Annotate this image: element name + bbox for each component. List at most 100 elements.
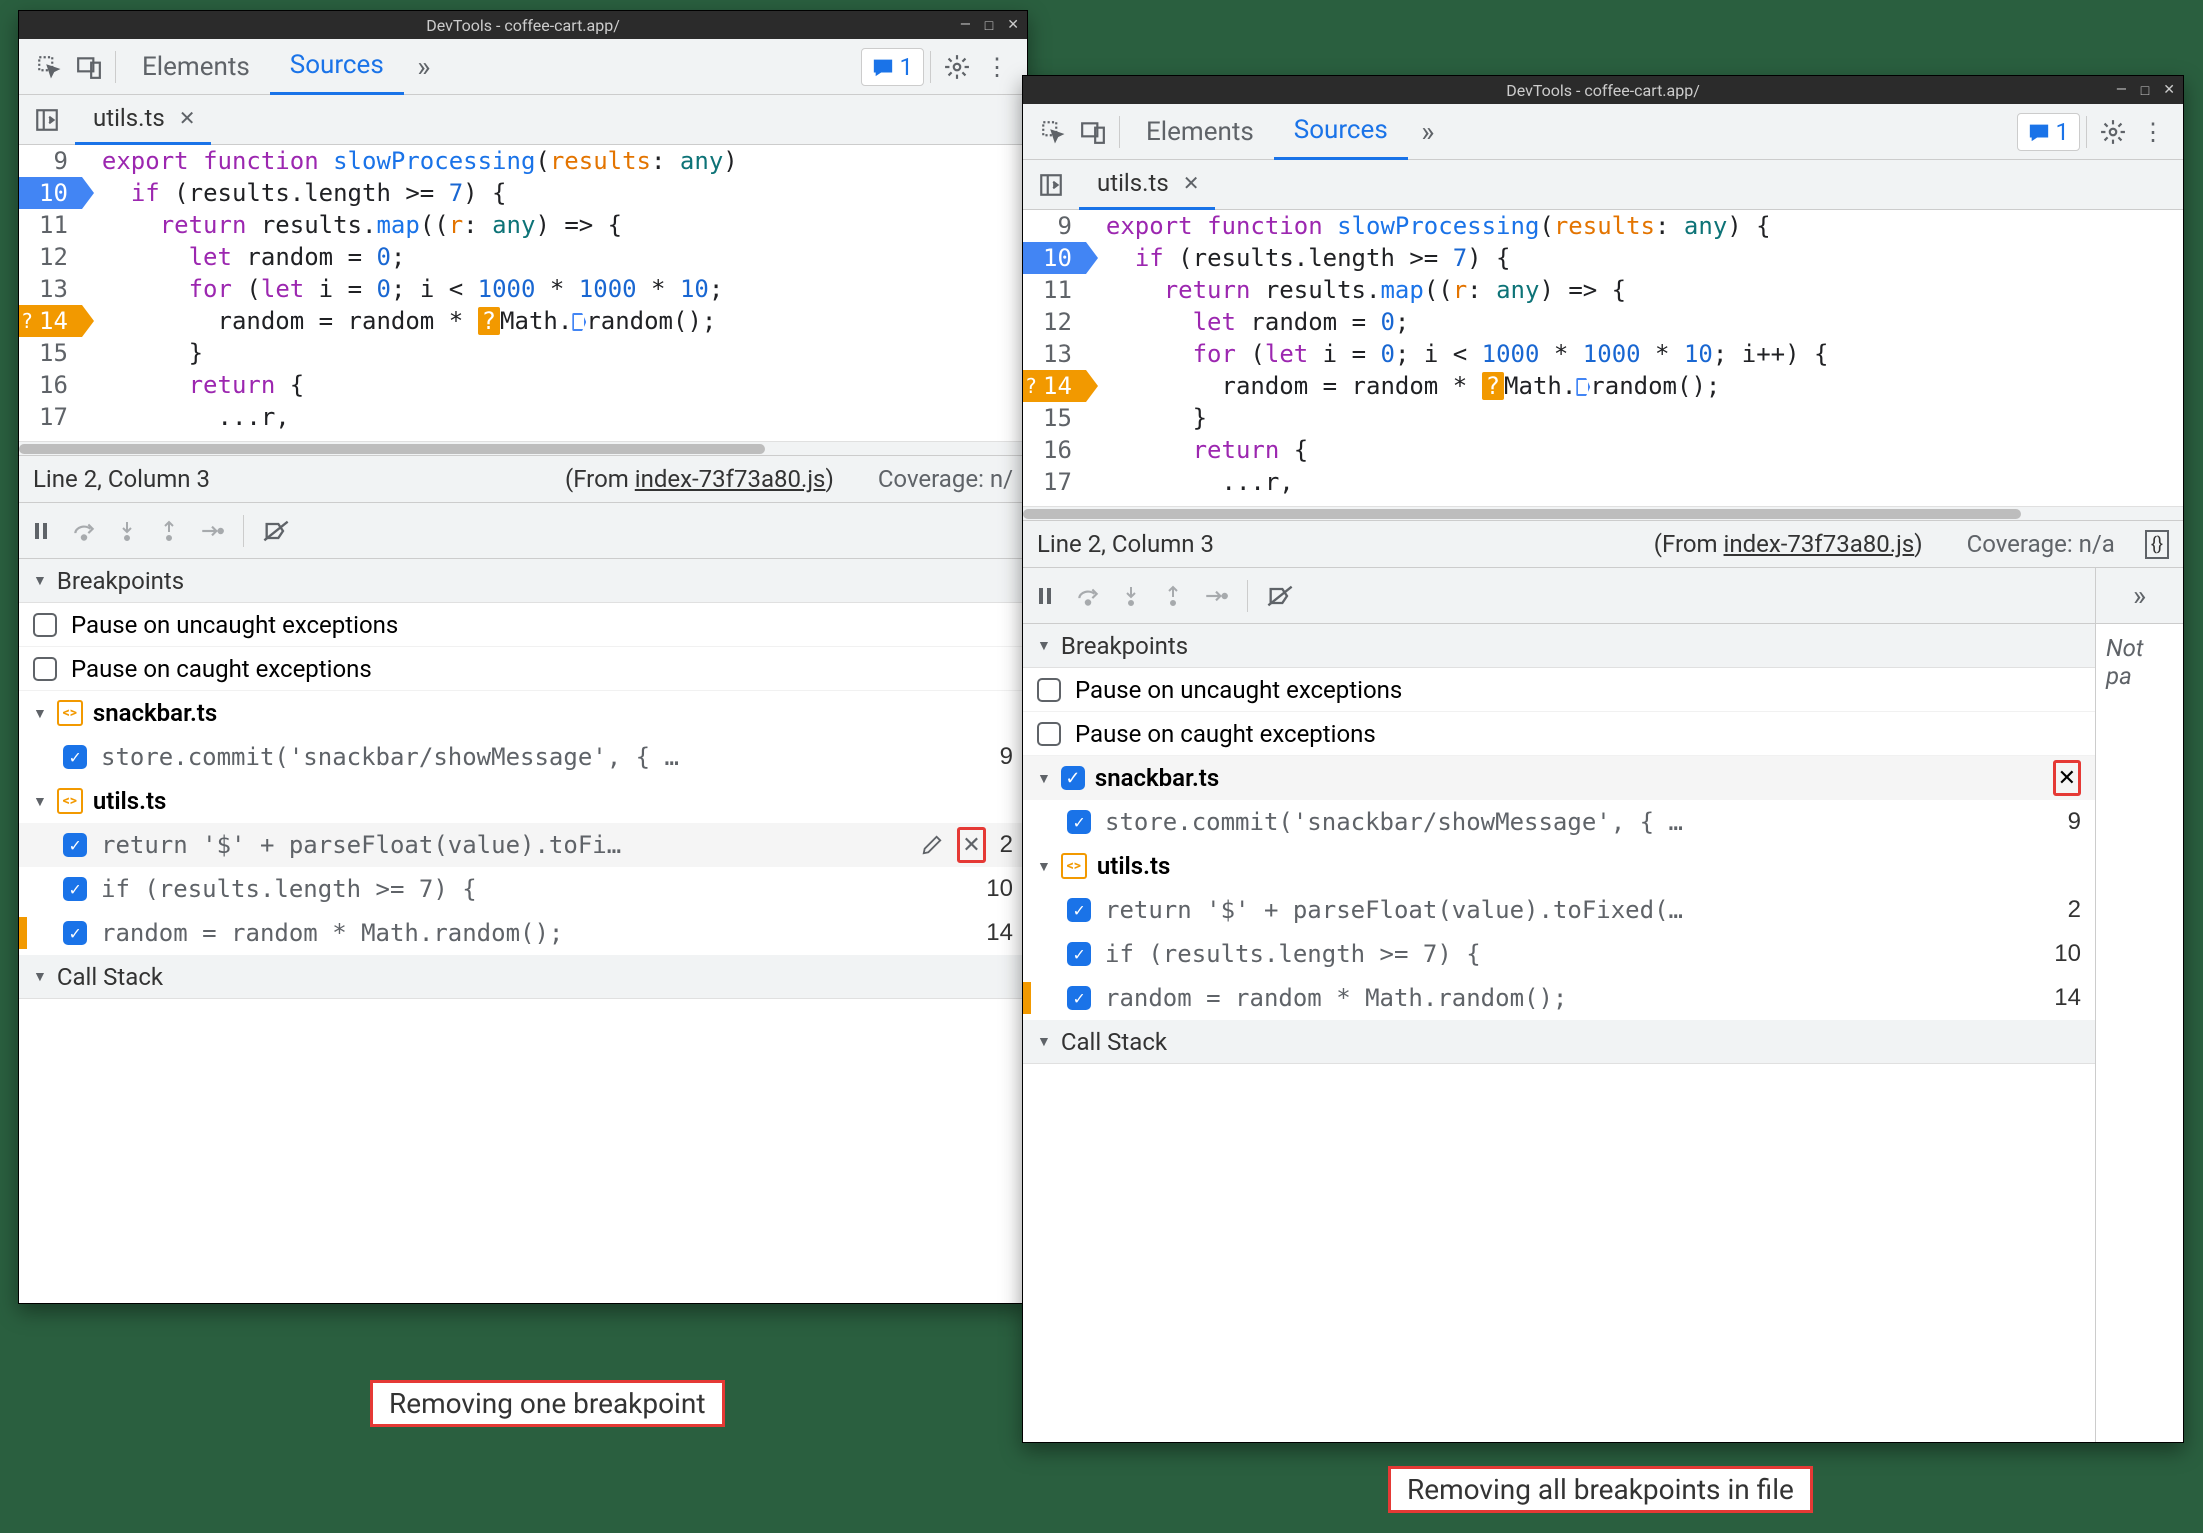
tab-elements[interactable]: Elements: [122, 39, 270, 95]
pause-icon[interactable]: [1033, 584, 1057, 608]
gutter[interactable]: 9 10 11 12 13 ?14 15 16 17: [1023, 210, 1086, 506]
inline-breakpoint-icon[interactable]: [572, 313, 586, 331]
close-icon[interactable]: ✕: [1007, 17, 1019, 34]
file-tab-utils[interactable]: utils.ts ✕: [75, 95, 211, 145]
checkbox-unchecked-icon[interactable]: [33, 657, 57, 681]
step-icon[interactable]: [199, 518, 225, 544]
inspect-icon[interactable]: [29, 47, 69, 87]
checkbox-checked-icon[interactable]: ✓: [1067, 942, 1091, 966]
cursor-position: Line 2, Column 3: [1037, 530, 1214, 558]
checkbox-checked-icon[interactable]: ✓: [1067, 898, 1091, 922]
breakpoint-group-utils[interactable]: ▼ <> utils.ts: [1023, 844, 2095, 888]
checkbox-checked-icon[interactable]: ✓: [1061, 766, 1085, 790]
close-icon[interactable]: ✕: [2163, 82, 2175, 99]
horizontal-scrollbar[interactable]: [1023, 506, 2183, 520]
breakpoint-group-snackbar[interactable]: ▼ <> snackbar.ts: [19, 691, 1027, 735]
breakpoint-item-hovered[interactable]: ✓ return '$' + parseFloat(value).toFi… ✕…: [19, 823, 1027, 867]
checkbox-unchecked-icon[interactable]: [1037, 678, 1061, 702]
breakpoint-group-utils[interactable]: ▼ <> utils.ts: [19, 779, 1027, 823]
inspect-icon[interactable]: [1033, 112, 1073, 152]
checkbox-checked-icon[interactable]: ✓: [1067, 810, 1091, 834]
typescript-file-icon: <>: [57, 700, 83, 726]
kebab-menu-icon[interactable]: ⋮: [977, 47, 1017, 87]
not-paused-label: Not pa: [2096, 624, 2183, 700]
pretty-print-icon[interactable]: {}: [2145, 530, 2169, 559]
checkbox-unchecked-icon[interactable]: [1037, 722, 1061, 746]
gutter[interactable]: 9 10 11 12 13 ?14 15 16 17: [19, 145, 82, 441]
tab-sources[interactable]: Sources: [1274, 104, 1408, 160]
horizontal-scrollbar[interactable]: [19, 441, 1027, 455]
step-over-icon[interactable]: [1075, 583, 1101, 609]
callstack-section-header[interactable]: ▼ Call Stack: [1023, 1020, 2095, 1064]
step-icon[interactable]: [1203, 583, 1229, 609]
coverage-label: Coverage: n/: [878, 465, 1013, 493]
settings-icon[interactable]: [2093, 112, 2133, 152]
close-tab-icon[interactable]: ✕: [1183, 171, 1200, 195]
device-toggle-icon[interactable]: [69, 47, 109, 87]
step-out-icon[interactable]: [157, 519, 181, 543]
tab-elements[interactable]: Elements: [1126, 104, 1274, 160]
device-toggle-icon[interactable]: [1073, 112, 1113, 152]
deactivate-breakpoints-icon[interactable]: [262, 517, 290, 545]
step-into-icon[interactable]: [1119, 584, 1143, 608]
checkbox-checked-icon[interactable]: ✓: [63, 833, 87, 857]
checkbox-checked-icon[interactable]: ✓: [1067, 986, 1091, 1010]
step-into-icon[interactable]: [115, 519, 139, 543]
more-tabs-icon[interactable]: »: [1408, 112, 1448, 152]
step-out-icon[interactable]: [1161, 584, 1185, 608]
code-content[interactable]: export function slowProcessing(results: …: [1086, 210, 1829, 506]
code-editor[interactable]: 9 10 11 12 13 ?14 15 16 17 export functi…: [1023, 210, 2183, 506]
inline-breakpoint-q-icon[interactable]: ?: [1482, 372, 1504, 400]
breakpoint-item[interactable]: ✓ if (results.length >= 7) { 10: [19, 867, 1027, 911]
pause-caught-row[interactable]: Pause on caught exceptions: [1023, 712, 2095, 756]
remove-all-breakpoints-button[interactable]: ✕: [2053, 760, 2081, 796]
minimize-icon[interactable]: —: [2116, 82, 2127, 99]
minimize-icon[interactable]: —: [960, 17, 971, 34]
settings-icon[interactable]: [937, 47, 977, 87]
close-tab-icon[interactable]: ✕: [179, 106, 196, 130]
pause-uncaught-row[interactable]: Pause on uncaught exceptions: [1023, 668, 2095, 712]
file-tab-utils[interactable]: utils.ts ✕: [1079, 160, 1215, 210]
breakpoint-item[interactable]: ✓ return '$' + parseFloat(value).toFixed…: [1023, 888, 2095, 932]
breakpoint-item[interactable]: ✓ if (results.length >= 7) { 10: [1023, 932, 2095, 976]
breakpoint-item[interactable]: ✓ random = random * Math.random(); 14: [1023, 976, 2095, 1020]
pause-caught-row[interactable]: Pause on caught exceptions: [19, 647, 1027, 691]
console-messages-badge[interactable]: 1: [861, 48, 925, 86]
console-messages-badge[interactable]: 1: [2017, 113, 2081, 151]
more-tabs-icon[interactable]: »: [404, 47, 444, 87]
callstack-section-header[interactable]: ▼ Call Stack: [19, 955, 1027, 999]
kebab-menu-icon[interactable]: ⋮: [2133, 112, 2173, 152]
breakpoints-section-header[interactable]: ▼ Breakpoints: [1023, 624, 2095, 668]
checkbox-checked-icon[interactable]: ✓: [63, 745, 87, 769]
source-map-from[interactable]: (From index-73f73a80.js): [1654, 530, 1923, 558]
cursor-position: Line 2, Column 3: [33, 465, 210, 493]
inline-breakpoint-icon[interactable]: [1576, 378, 1590, 396]
navigator-toggle-icon[interactable]: [27, 100, 67, 140]
code-content[interactable]: export function slowProcessing(results: …: [82, 145, 738, 441]
checkbox-unchecked-icon[interactable]: [33, 613, 57, 637]
breakpoint-group-snackbar-hovered[interactable]: ▼ ✓ snackbar.ts ✕: [1023, 756, 2095, 800]
inline-breakpoint-q-icon[interactable]: ?: [478, 307, 500, 335]
breakpoint-item[interactable]: ✓ store.commit('snackbar/showMessage', {…: [1023, 800, 2095, 844]
breakpoint-item[interactable]: ✓ random = random * Math.random(); 14: [19, 911, 1027, 955]
pause-icon[interactable]: [29, 519, 53, 543]
maximize-icon[interactable]: □: [2141, 82, 2149, 99]
step-over-icon[interactable]: [71, 518, 97, 544]
checkbox-checked-icon[interactable]: ✓: [63, 921, 87, 945]
breakpoint-item[interactable]: ✓ store.commit('snackbar/showMessage', {…: [19, 735, 1027, 779]
source-map-from[interactable]: (From index-73f73a80.js): [565, 465, 834, 493]
caret-down-icon: ▼: [1037, 1033, 1051, 1050]
editor-tabs: utils.ts ✕: [1023, 160, 2183, 210]
titlebar: DevTools - coffee-cart.app/ — □ ✕: [1023, 76, 2183, 104]
more-icon[interactable]: »: [2096, 568, 2183, 624]
code-editor[interactable]: 9 10 11 12 13 ?14 15 16 17 export functi…: [19, 145, 1027, 441]
deactivate-breakpoints-icon[interactable]: [1266, 582, 1294, 610]
pause-uncaught-row[interactable]: Pause on uncaught exceptions: [19, 603, 1027, 647]
breakpoints-section-header[interactable]: ▼ Breakpoints: [19, 559, 1027, 603]
maximize-icon[interactable]: □: [985, 17, 993, 34]
tab-sources[interactable]: Sources: [270, 39, 404, 95]
checkbox-checked-icon[interactable]: ✓: [63, 877, 87, 901]
navigator-toggle-icon[interactable]: [1031, 165, 1071, 205]
edit-breakpoint-icon[interactable]: [921, 834, 943, 856]
remove-breakpoint-button[interactable]: ✕: [957, 827, 985, 863]
